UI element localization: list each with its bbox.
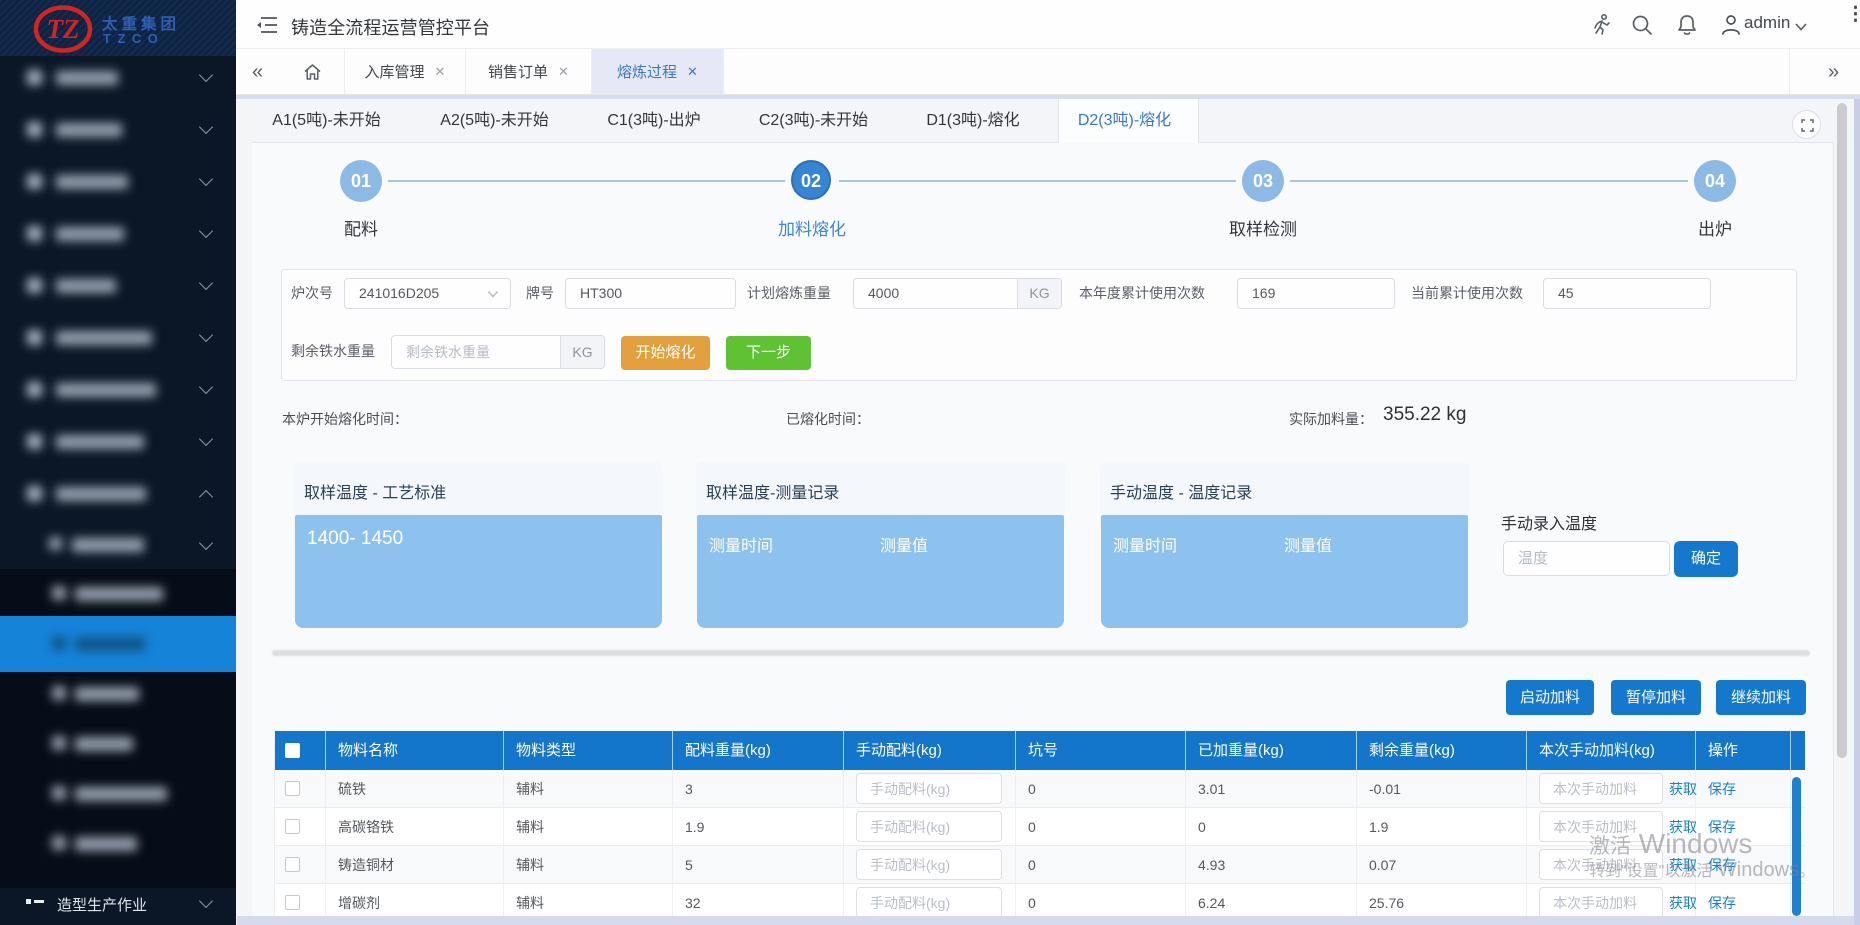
svg-text:TZ: TZ [47,14,80,44]
svg-text:TZCO: TZCO [103,31,164,46]
